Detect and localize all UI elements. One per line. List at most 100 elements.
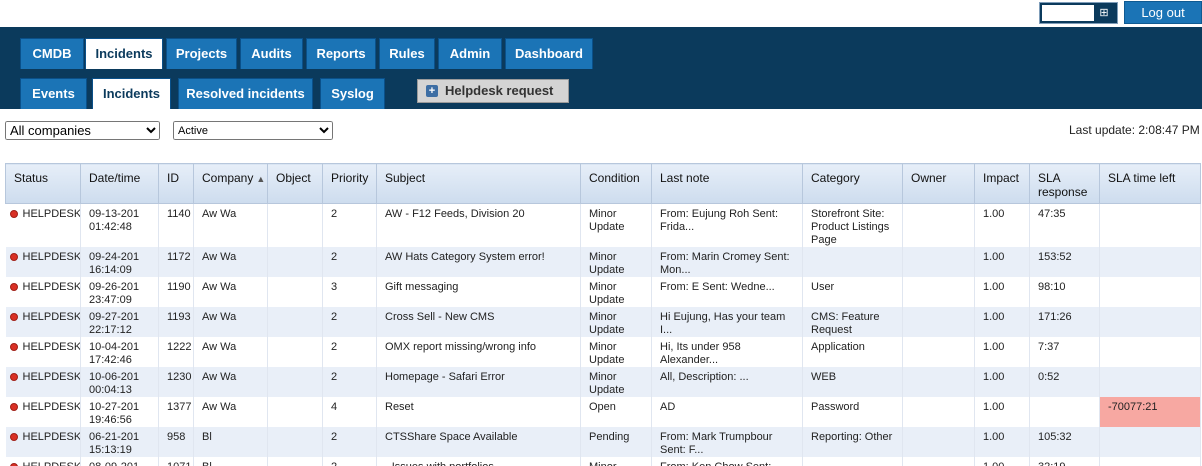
col-header-company-label: Company (202, 171, 254, 185)
top-search-box: ⊞ (1039, 2, 1118, 24)
col-header-sla-time-left[interactable]: SLA time left (1099, 163, 1201, 204)
table-row[interactable]: HELPDESK 09-13-201 01:42:48 1140 Aw Wa 2 AW - … (5, 203, 1201, 247)
tab-cmdb[interactable]: CMDB (20, 38, 84, 69)
col-header-last-note[interactable]: Last note (651, 163, 803, 204)
subject-cell[interactable]: Gift messaging (376, 277, 581, 307)
col-header-status[interactable]: Status (5, 163, 81, 204)
subject-cell[interactable]: Reset (376, 397, 581, 427)
table-row[interactable]: HELPDESK 09-27-201 22:17:12 1193 Aw Wa 2 Cross… (5, 307, 1201, 337)
status-text: HELPDESK (22, 208, 81, 220)
col-header-category[interactable]: Category (802, 163, 903, 204)
table-row[interactable]: HELPDESK 10-27-201 19:46:56 1377 Aw Wa 4 Reset… (5, 397, 1201, 427)
sla-response-cell (1029, 397, 1100, 427)
sla-time-left-cell (1099, 307, 1201, 337)
helpdesk-request-button[interactable]: + Helpdesk request (417, 79, 569, 103)
subtab-incidents[interactable]: Incidents (92, 78, 171, 109)
col-header-datetime[interactable]: Date/time (80, 163, 159, 204)
owner-cell (902, 307, 975, 337)
date-text: 10-04-201 (89, 341, 140, 353)
subtab-events[interactable]: Events (20, 78, 87, 109)
status-cell: HELPDESK (5, 427, 81, 457)
condition-cell: Open (580, 397, 652, 427)
col-header-object[interactable]: Object (267, 163, 323, 204)
owner-cell (902, 427, 975, 457)
col-header-company[interactable]: Company ▲ (193, 163, 268, 204)
tab-admin[interactable]: Admin (438, 38, 502, 69)
last-note-cell: From: Ken Chow Sent: (651, 457, 803, 466)
subject-cell[interactable]: AW - F12 Feeds, Division 20 (376, 203, 581, 247)
company-cell: Aw Wa (193, 247, 268, 277)
condition-cell: Minor Update (580, 337, 652, 367)
company-filter-select[interactable]: All companies (5, 121, 160, 140)
condition-cell: Pending (580, 427, 652, 457)
priority-cell: 2 (322, 307, 377, 337)
subtab-resolved-incidents[interactable]: Resolved incidents (178, 78, 313, 109)
subject-cell[interactable]: CTSShare Space Available (376, 427, 581, 457)
status-cell: HELPDESK (5, 203, 81, 247)
company-cell: Aw Wa (193, 277, 268, 307)
subject-cell[interactable]: - Issues with portfolios (376, 457, 581, 466)
owner-cell (902, 367, 975, 397)
owner-cell (902, 397, 975, 427)
tab-dashboard[interactable]: Dashboard (505, 38, 593, 69)
table-row[interactable]: HELPDESK 09-26-201 23:47:09 1190 Aw Wa 3 Gift … (5, 277, 1201, 307)
status-error-icon (9, 283, 18, 291)
object-cell (267, 457, 323, 466)
status-error-icon (9, 253, 18, 261)
subject-cell[interactable]: Cross Sell - New CMS (376, 307, 581, 337)
top-search-input[interactable] (1042, 5, 1094, 21)
id-cell: 1140 (158, 203, 194, 247)
category-cell: Storefront Site: Product Listings Page (802, 203, 903, 247)
sla-time-left-cell (1099, 277, 1201, 307)
sla-time-left-cell: -70077:21 (1099, 397, 1201, 427)
sla-response-cell: 153:52 (1029, 247, 1100, 277)
main-nav: CMDB Incidents Projects Audits Reports R… (0, 27, 1202, 69)
subject-cell[interactable]: AW Hats Category System error! (376, 247, 581, 277)
logout-button[interactable]: Log out (1124, 1, 1202, 24)
col-header-condition[interactable]: Condition (580, 163, 652, 204)
col-header-subject[interactable]: Subject (376, 163, 581, 204)
col-header-id[interactable]: ID (158, 163, 194, 204)
status-error-icon (9, 403, 18, 411)
status-filter-select[interactable]: Active (173, 121, 333, 140)
datetime-cell: 10-04-201 17:42:46 (80, 337, 159, 367)
col-header-sla-response[interactable]: SLA response (1029, 163, 1100, 204)
priority-cell: 2 (322, 203, 377, 247)
id-cell: 1071 (158, 457, 194, 466)
sla-time-left-cell (1099, 337, 1201, 367)
tab-rules[interactable]: Rules (379, 38, 435, 69)
priority-cell: 2 (322, 367, 377, 397)
subject-cell[interactable]: Homepage - Safari Error (376, 367, 581, 397)
sla-response-cell: 98:10 (1029, 277, 1100, 307)
subtab-syslog[interactable]: Syslog (320, 78, 385, 109)
tab-projects[interactable]: Projects (166, 38, 237, 69)
tab-audits[interactable]: Audits (240, 38, 303, 69)
subject-cell[interactable]: OMX report missing/wrong info (376, 337, 581, 367)
last-note-cell: Hi, Its under 958 Alexander... (651, 337, 803, 367)
priority-cell: 4 (322, 397, 377, 427)
table-row[interactable]: HELPDESK 08-09-201 1071Bl 2- Issues with po… (5, 457, 1201, 466)
col-header-owner[interactable]: Owner (902, 163, 975, 204)
table-row[interactable]: HELPDESK 06-21-201 15:13:19 958 Bl 2 CTSShare … (5, 427, 1201, 457)
condition-cell: Minor Update (580, 277, 652, 307)
status-text: HELPDESK (22, 311, 81, 323)
datetime-cell: 06-21-201 15:13:19 (80, 427, 159, 457)
owner-cell (902, 457, 975, 466)
table-row[interactable]: HELPDESK 10-04-201 17:42:46 1222 Aw Wa 2 OMX r… (5, 337, 1201, 367)
status-cell: HELPDESK (5, 337, 81, 367)
tab-incidents[interactable]: Incidents (85, 38, 163, 69)
tab-reports[interactable]: Reports (306, 38, 376, 69)
table-row[interactable]: HELPDESK 10-06-201 00:04:13 1230 Aw Wa 2 Homep… (5, 367, 1201, 397)
col-header-priority[interactable]: Priority (322, 163, 377, 204)
table-row[interactable]: HELPDESK 09-24-201 16:14:09 1172 Aw Wa 2 AW Ha… (5, 247, 1201, 277)
category-cell: CMS: Feature Request (802, 307, 903, 337)
search-icon[interactable]: ⊞ (1097, 6, 1111, 20)
datetime-cell: 09-27-201 22:17:12 (80, 307, 159, 337)
priority-cell: 2 (322, 337, 377, 367)
date-text: 06-21-201 (89, 431, 140, 443)
datetime-cell: 09-24-201 16:14:09 (80, 247, 159, 277)
last-note-cell: From: E Sent: Wedne... (651, 277, 803, 307)
time-text: 01:42:48 (89, 221, 132, 233)
col-header-impact[interactable]: Impact (974, 163, 1030, 204)
date-text: 10-06-201 (89, 371, 140, 383)
